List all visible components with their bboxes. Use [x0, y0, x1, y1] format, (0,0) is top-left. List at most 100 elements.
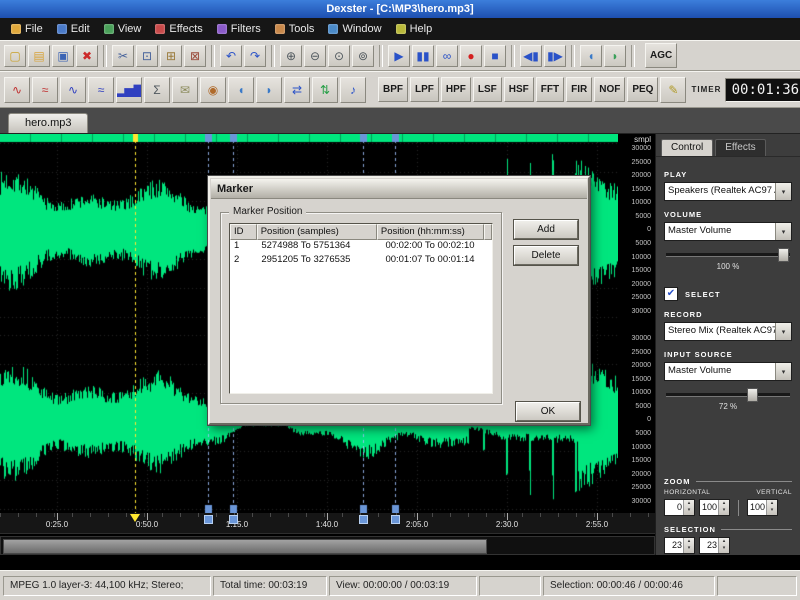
- zoom-h-end-spinner[interactable]: 100▴▾: [699, 499, 730, 516]
- undo-button[interactable]: ↶: [220, 45, 242, 67]
- filter-bpf-button[interactable]: BPF: [378, 77, 408, 102]
- filter-hpf-button[interactable]: HPF: [441, 77, 471, 102]
- titlebar[interactable]: Dexster - [C:\MP3\hero.mp3]: [0, 0, 800, 18]
- zoom-in-button[interactable]: ⊕: [280, 45, 302, 67]
- effects-editor-button[interactable]: ✎: [660, 77, 686, 103]
- marker-list[interactable]: IDPosition (samples)Position (hh:mm:ss) …: [229, 223, 493, 394]
- menu-filters[interactable]: Filters: [210, 21, 268, 37]
- marker-handle[interactable]: [204, 515, 213, 524]
- delete-button[interactable]: Delete: [514, 246, 578, 265]
- column-header[interactable]: ID: [230, 224, 257, 240]
- chevron-down-icon[interactable]: ▾: [775, 323, 791, 340]
- marker-handle[interactable]: [359, 515, 368, 524]
- speaker-play-button[interactable]: ◖: [228, 77, 254, 103]
- slider-thumb[interactable]: [747, 388, 758, 402]
- resample-button[interactable]: ⇅: [312, 77, 338, 103]
- playhead-marker[interactable]: [130, 514, 140, 522]
- marker-row[interactable]: 15274988 To 575136400:02:00 To 00:02:10: [230, 240, 492, 254]
- cd-burn-button[interactable]: ◉: [200, 77, 226, 103]
- select-checkbox[interactable]: ✔: [664, 287, 678, 301]
- marker-row[interactable]: 22951205 To 327653500:01:07 To 00:01:14: [230, 254, 492, 268]
- marker-dialog-titlebar[interactable]: Marker: [211, 179, 587, 199]
- speaker-right-button[interactable]: ◗: [604, 45, 626, 67]
- selection-to-spinner[interactable]: 23▴▾: [699, 537, 730, 554]
- chevron-down-icon[interactable]: ▾: [775, 183, 791, 200]
- save-file-button[interactable]: ▣: [52, 45, 74, 67]
- horizontal-scrollbar[interactable]: [0, 536, 655, 555]
- goto-start-button[interactable]: ◀▮: [520, 45, 542, 67]
- wave-normalize-button[interactable]: ∿: [60, 77, 86, 103]
- input-volume-slider[interactable]: [666, 387, 790, 401]
- tab-effects[interactable]: Effects: [715, 139, 765, 156]
- spinner-arrows[interactable]: ▴▾: [718, 500, 729, 515]
- tab-hero-mp3[interactable]: hero.mp3: [8, 113, 88, 133]
- filter-hsf-button[interactable]: HSF: [504, 77, 534, 102]
- record-device-select[interactable]: Stereo Mix (Realtek AC97 A ▾: [664, 322, 792, 341]
- speaker-left-button[interactable]: ◖: [580, 45, 602, 67]
- scrollbar-thumb[interactable]: [3, 539, 487, 554]
- menu-edit[interactable]: Edit: [50, 21, 97, 37]
- menu-effects[interactable]: Effects: [148, 21, 209, 37]
- filter-nof-button[interactable]: NOF: [594, 77, 625, 102]
- filter-fir-button[interactable]: FIR: [566, 77, 592, 102]
- filter-fft-button[interactable]: FFT: [536, 77, 564, 102]
- zoom-full-button[interactable]: ⊚: [352, 45, 374, 67]
- menu-window[interactable]: Window: [321, 21, 388, 37]
- add-button[interactable]: Add: [514, 220, 578, 239]
- volume-slider[interactable]: [666, 247, 790, 261]
- menu-help[interactable]: Help: [389, 21, 440, 37]
- cut-button[interactable]: ✂: [112, 45, 134, 67]
- spinner-arrows[interactable]: ▴▾: [683, 538, 694, 553]
- zoom-h-start-spinner[interactable]: 0▴▾: [664, 499, 695, 516]
- chevron-down-icon[interactable]: ▾: [775, 223, 791, 240]
- id3-tag-button[interactable]: ♪: [340, 77, 366, 103]
- delete-button[interactable]: ⊠: [184, 45, 206, 67]
- spinner-arrows[interactable]: ▴▾: [683, 500, 694, 515]
- stop-button[interactable]: ■: [484, 45, 506, 67]
- close-file-button[interactable]: ✖: [76, 45, 98, 67]
- slider-thumb[interactable]: [778, 248, 789, 262]
- menu-view[interactable]: View: [97, 21, 149, 37]
- new-file-button[interactable]: ▢: [4, 45, 26, 67]
- ok-button[interactable]: OK: [516, 402, 580, 421]
- zoom-v-spinner[interactable]: 100▴▾: [747, 499, 778, 516]
- zoom-selection-button[interactable]: ⊙: [328, 45, 350, 67]
- goto-end-button[interactable]: ▮▶: [544, 45, 566, 67]
- play-device-select[interactable]: Speakers (Realtek AC97 Au ▾: [664, 182, 792, 201]
- loop-button[interactable]: ∞: [436, 45, 458, 67]
- column-header[interactable]: Position (hh:mm:ss): [377, 224, 484, 240]
- marker-handle[interactable]: [229, 515, 238, 524]
- copy-button[interactable]: ⊡: [136, 45, 158, 67]
- spectrum-button[interactable]: ▂▅▇: [116, 77, 142, 103]
- spinner-arrows[interactable]: ▴▾: [766, 500, 777, 515]
- tab-control[interactable]: Control: [661, 139, 713, 156]
- filter-lsf-button[interactable]: LSF: [473, 77, 502, 102]
- paste-button[interactable]: ⊞: [160, 45, 182, 67]
- selection-from-spinner[interactable]: 23▴▾: [664, 537, 695, 554]
- timeline-ruler[interactable]: 0:25.00:50.01:15.01:40.02:05.02:30.02:55…: [0, 513, 655, 534]
- spinner-arrows[interactable]: ▴▾: [718, 538, 729, 553]
- envelope-button[interactable]: ✉: [172, 77, 198, 103]
- play-button[interactable]: ▶: [388, 45, 410, 67]
- volume-device-select[interactable]: Master Volume ▾: [664, 222, 792, 241]
- wave-amplify-button[interactable]: ≈: [88, 77, 114, 103]
- menu-tools[interactable]: Tools: [268, 21, 322, 37]
- filter-peq-button[interactable]: PEQ: [627, 77, 658, 102]
- open-file-button[interactable]: ▤: [28, 45, 50, 67]
- agc-button[interactable]: AGC: [645, 43, 677, 68]
- wave-smooth-button[interactable]: ≈: [32, 77, 58, 103]
- redo-button[interactable]: ↷: [244, 45, 266, 67]
- input-source-select[interactable]: Master Volume ▾: [664, 362, 792, 381]
- chevron-down-icon[interactable]: ▾: [775, 363, 791, 380]
- column-header[interactable]: Position (samples): [257, 224, 377, 240]
- speaker-record-button[interactable]: ◗: [256, 77, 282, 103]
- statistics-button[interactable]: Σ: [144, 77, 170, 103]
- record-button[interactable]: ●: [460, 45, 482, 67]
- menu-file[interactable]: File: [4, 21, 50, 37]
- filter-lpf-button[interactable]: LPF: [410, 77, 439, 102]
- wave-draw-button[interactable]: ∿: [4, 77, 30, 103]
- zoom-out-button[interactable]: ⊖: [304, 45, 326, 67]
- marker-handle[interactable]: [391, 515, 400, 524]
- convert-button[interactable]: ⇄: [284, 77, 310, 103]
- pause-button[interactable]: ▮▮: [412, 45, 434, 67]
